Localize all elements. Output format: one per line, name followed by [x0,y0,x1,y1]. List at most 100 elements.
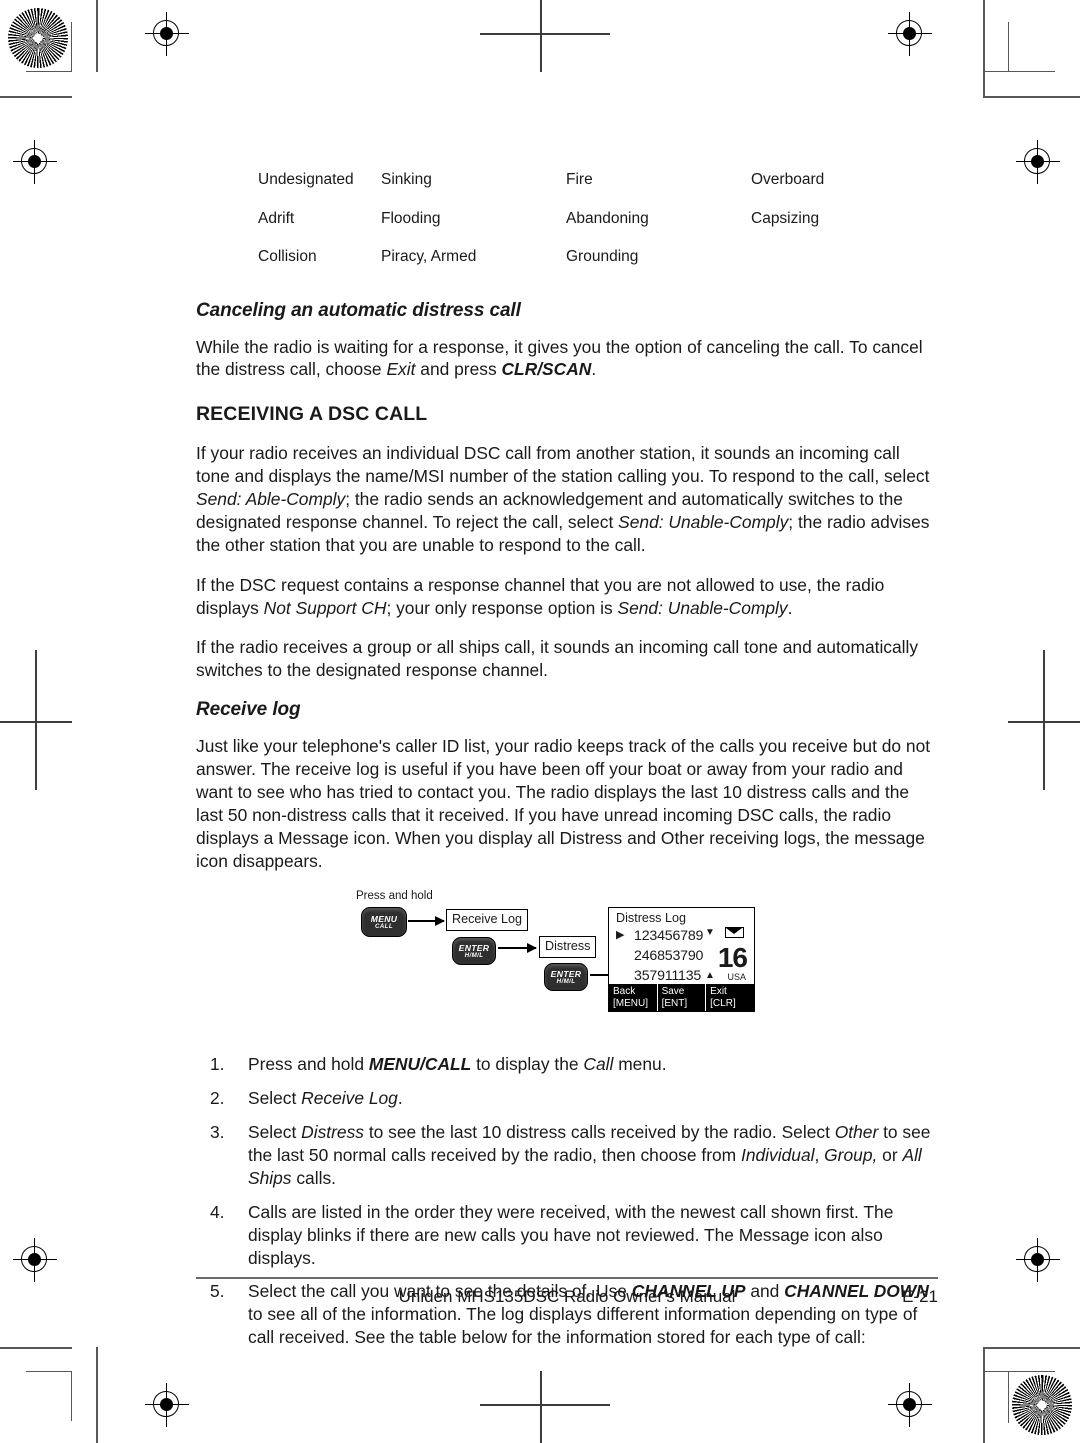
text-run: calls. [291,1167,336,1188]
center-crosshair-left [0,650,75,790]
registration-target-bottom-left [145,1383,189,1427]
category-cell: Undesignated [258,171,354,188]
text-run: to display the [471,1054,584,1075]
registration-target-bottom-right [888,1383,932,1427]
radio-lcd-screen: Distress Log ▶ 123456789 246853790 35791… [608,907,755,1013]
text-run: and press [415,359,502,380]
heading-receiving-a-dsc-call: RECEIVING A DSC CALL [196,403,428,426]
softkey-back[interactable]: Back [MENU] [609,984,657,1012]
category-cell: Abandoning [566,209,649,227]
enter-key-1[interactable]: ENTER H/M/L [452,937,496,966]
paragraph-receiving-1: If your radio receives an individual DSC… [196,442,936,556]
softkey-exit[interactable]: Exit [CLR] [706,984,754,1012]
lcd-region-label: USA [727,972,746,983]
footer-divider [196,1277,938,1279]
footer-page-number: E-21 [902,1287,938,1306]
lcd-log-entry-1[interactable]: 123456789 [634,929,703,943]
text-run-italic: Other [834,1122,879,1143]
registration-target-top-right [1016,140,1060,184]
bleed-mark-bottom-right-v [1008,1371,1010,1423]
envelope-icon [725,927,744,939]
table-row: Adrift Flooding Abandoning Capsizing [196,209,936,250]
softkey-exit-label: Exit [710,986,727,998]
softkey-exit-key: [CLR] [710,997,736,1009]
text-run: to see the last 10 distress calls receiv… [363,1122,835,1143]
category-cell [751,249,936,288]
flow-arrow-2 [498,943,537,954]
lcd-log-entry-3[interactable]: 357911135 [634,969,701,983]
enter-key-2-line2: H/M/L [556,977,576,985]
text-run: . [591,359,597,380]
lcd-scroll-down-icon: ▼ [705,927,715,939]
text-run-italic: Group, [824,1145,878,1165]
footer-manual-title: Uniden MHS135DSC Radio Owner's Manual [398,1287,736,1306]
text-run-italic: Send: Unable-Comply [618,511,789,532]
crop-mark-top-left-v [96,0,98,72]
softkey-save-key: [ENT] [661,997,688,1009]
category-cell: Flooding [381,209,441,227]
text-run: Press and hold [248,1054,369,1075]
registration-target-top-left [145,12,189,56]
list-item: 3. Select Distress to see the last 10 dis… [196,1121,936,1190]
lcd-log-entry-2[interactable]: 246853790 [634,949,703,963]
bleed-mark-top-right-v [1008,22,1010,72]
paragraph-receiving-3: If the radio receives a group or all shi… [196,637,919,681]
text-run-italic: Individual [741,1145,815,1165]
enter-key-2[interactable]: ENTER H/M/L [544,963,588,992]
crop-mark-top-right-v [983,0,985,96]
lcd-selection-caret-icon: ▶ [616,929,625,942]
heading-receive-log: Receive log [196,699,301,721]
text-run: . [397,1088,403,1109]
menu-call-key[interactable]: MENU CALL [361,907,407,938]
crop-mark-bottom-left-h [0,1347,72,1349]
text-run: Select [248,1088,302,1109]
paragraph-canceling: While the radio is waiting for a respons… [196,336,936,382]
list-item: 2. Select Receive Log. [196,1087,936,1110]
menu-item-receive-log[interactable]: Receive Log [446,909,529,931]
crop-mark-top-right-h [983,96,1080,98]
text-run-italic: Distress [301,1122,364,1143]
category-cell: Sinking [381,171,432,188]
text-run-italic: Exit [386,359,416,380]
text-run-italic: Send: Able-Comply [196,489,346,509]
lcd-scroll-up-icon: ▲ [705,970,715,982]
text-run: to see all of the information. The log d… [248,1304,918,1348]
paragraph-receiving-2: If the DSC request contains a response c… [196,574,936,620]
receive-log-flow-diagram: Press and hold MENU CALL Receive Log ENT… [196,889,936,1039]
flow-arrow-1 [408,916,445,927]
menu-item-distress[interactable]: Distress [539,936,597,958]
bleed-mark-bottom-left-v [71,1371,73,1421]
distress-category-table: Undesignated Sinking Fire Overboard Adri… [196,160,936,288]
bleed-mark-top-right-h [983,71,1055,73]
content-column: Undesignated Sinking Fire Overboard Adri… [196,160,936,1360]
crop-mark-bottom-left-v [96,1347,98,1443]
text-run: If your radio receives an individual DSC… [196,443,930,487]
menu-call-key-line2: CALL [374,922,394,930]
center-crosshair-right [1005,650,1080,790]
text-run-italic: Call [583,1054,614,1075]
registration-target-right-lower [1016,1238,1060,1282]
color-rosette-bottom-right [1012,1375,1072,1435]
color-rosette-top-left [8,8,68,68]
registration-target-left-lower [13,1238,57,1282]
text-run-bold: MENU/CALL [368,1054,472,1075]
text-run: Calls are listed in the order they were … [248,1201,894,1268]
text-run-italic: Receive Log [301,1088,398,1109]
category-cell: Piracy, Armed [381,248,477,265]
manual-page: Undesignated Sinking Fire Overboard Adri… [0,0,1080,1443]
registration-target-top-right-upper [888,12,932,56]
softkey-back-label: Back [613,986,636,998]
text-run: menu. [613,1054,667,1075]
step-number: 1. [210,1054,225,1075]
softkey-save[interactable]: Save [ENT] [657,984,706,1012]
category-cell: Grounding [566,248,639,265]
category-cell: Fire [566,171,593,188]
lcd-channel-number: 16 [717,942,748,974]
category-cell: Capsizing [751,209,820,227]
text-run: or [877,1145,903,1165]
text-run: , [814,1145,825,1165]
heading-canceling-automatic-distress-call: Canceling an automatic distress call [196,299,521,321]
lcd-softkey-bar: Back [MENU] Save [ENT] Exit [CLR] [609,984,754,1012]
list-item: 4. Calls are listed in the order they wer… [196,1201,936,1270]
step-number: 2. [210,1088,225,1109]
